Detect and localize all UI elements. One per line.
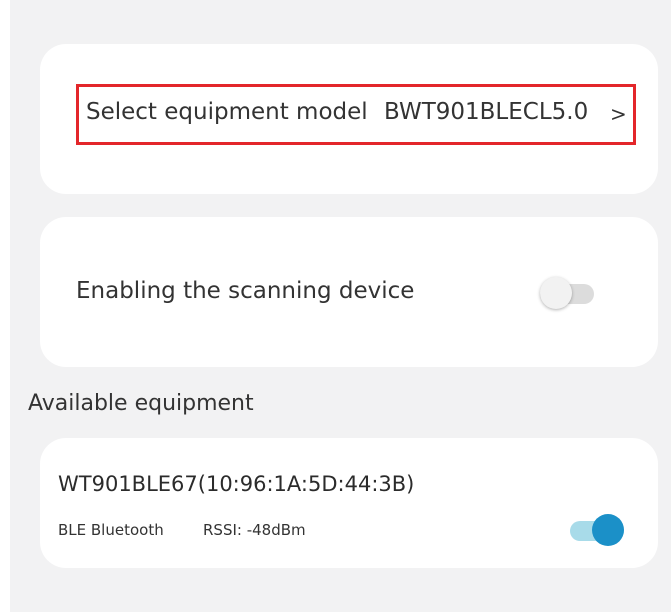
scan-toggle-knob <box>540 277 572 309</box>
device-type: BLE Bluetooth <box>58 521 164 539</box>
scan-card: Enabling the scanning device <box>40 217 658 367</box>
model-selector-label[interactable]: Select equipment model <box>86 99 368 125</box>
device-name: WT901BLE67(10:96:1A:5D:44:3B) <box>58 472 415 496</box>
model-card: Select equipment model BWT901BLECL5.0 > <box>40 44 658 194</box>
app-screen: Select equipment model BWT901BLECL5.0 > … <box>10 0 671 612</box>
scan-toggle[interactable] <box>540 276 594 310</box>
device-list-item[interactable]: WT901BLE67(10:96:1A:5D:44:3B) BLE Blueto… <box>40 438 658 568</box>
chevron-right-icon[interactable]: > <box>610 102 627 126</box>
device-connect-toggle[interactable] <box>570 513 624 547</box>
model-selector-value[interactable]: BWT901BLECL5.0 <box>384 99 588 125</box>
scan-toggle-label: Enabling the scanning device <box>76 278 415 304</box>
device-toggle-knob <box>592 514 624 546</box>
device-rssi: RSSI: -48dBm <box>203 521 306 539</box>
available-equipment-title: Available equipment <box>28 391 254 416</box>
